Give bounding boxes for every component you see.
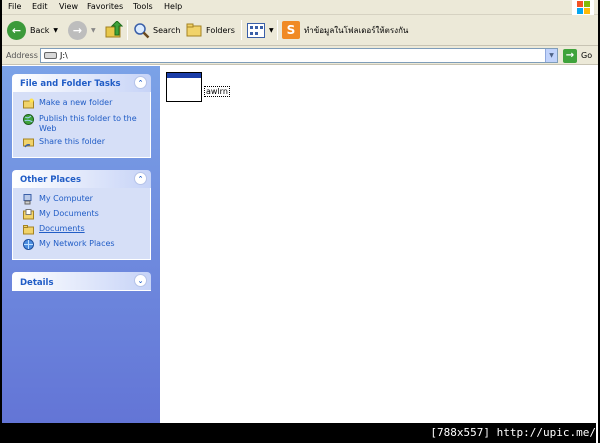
file-folder-tasks-header[interactable]: File and Folder Tasks ⌃ <box>12 74 151 92</box>
application-window-icon <box>166 72 202 102</box>
windows-logo-icon <box>572 0 594 15</box>
network-icon <box>23 239 34 250</box>
menu-help[interactable]: Help <box>164 2 182 11</box>
up-folder-button[interactable] <box>105 19 123 41</box>
address-label: Address <box>6 51 38 60</box>
new-folder-icon <box>23 98 34 109</box>
task-publish-folder[interactable]: Publish this folder to the Web <box>13 114 150 134</box>
my-documents-icon <box>23 209 34 220</box>
chevron-down-icon: ▼ <box>53 26 59 34</box>
place-my-documents[interactable]: My Documents <box>13 209 150 224</box>
place-documents[interactable]: Documents <box>13 224 150 239</box>
panel-title: Details <box>20 278 54 288</box>
views-button[interactable]: ▼ <box>247 19 274 41</box>
address-dropdown-button[interactable]: ▼ <box>545 49 557 62</box>
file-list-pane: awlrn <box>160 66 598 423</box>
folders-button[interactable]: Folders <box>186 19 235 41</box>
other-places-panel: Other Places ⌃ My Computer My Documents … <box>12 170 151 260</box>
menu-view[interactable]: View <box>59 2 78 11</box>
back-arrow-icon: ← <box>7 20 26 40</box>
forward-arrow-icon: → <box>68 20 87 40</box>
sync-label: ทำข้อมูลในโฟลเดอร์ให้ตรงกัน <box>304 25 409 35</box>
chevron-down-icon: ▼ <box>269 26 274 34</box>
globe-icon <box>23 114 34 125</box>
address-bar: Address J:\ ▼ → Go <box>2 46 598 65</box>
watermark-text: [788x557] http://upic.me/ <box>430 426 596 439</box>
task-pane: File and Folder Tasks ⌃ Make a new folde… <box>2 66 160 423</box>
place-my-network-places[interactable]: My Network Places <box>13 239 150 254</box>
other-places-header[interactable]: Other Places ⌃ <box>12 170 151 188</box>
go-arrow-icon: → <box>563 48 577 63</box>
panel-title: Other Places <box>20 175 81 185</box>
views-icon <box>247 22 265 38</box>
search-label: Search <box>153 25 181 35</box>
sync-app-icon: S <box>282 21 300 39</box>
folders-icon <box>186 23 202 37</box>
panel-body: My Computer My Documents Documents My Ne… <box>12 188 151 260</box>
expand-chevron-icon[interactable]: ⌄ <box>134 274 147 287</box>
menu-edit[interactable]: Edit <box>32 2 48 11</box>
go-label: Go <box>581 51 593 60</box>
go-button[interactable]: → Go <box>563 48 592 63</box>
share-folder-icon <box>23 138 34 148</box>
address-value: J:\ <box>60 51 68 60</box>
forward-button[interactable]: → ▼ <box>68 19 96 41</box>
file-folder-tasks-panel: File and Folder Tasks ⌃ Make a new folde… <box>12 74 151 158</box>
search-icon <box>134 22 150 38</box>
panel-title: File and Folder Tasks <box>20 79 121 89</box>
file-item[interactable]: awlrn <box>166 72 230 102</box>
menu-tools[interactable]: Tools <box>133 2 153 11</box>
search-button[interactable]: Search <box>133 19 180 41</box>
folder-icon <box>23 225 34 235</box>
folder-up-icon <box>105 21 123 38</box>
place-my-computer[interactable]: My Computer <box>13 194 150 209</box>
chevron-down-icon: ▼ <box>91 26 96 34</box>
computer-icon <box>23 194 32 205</box>
menu-file[interactable]: File <box>8 2 21 11</box>
collapse-chevron-icon[interactable]: ⌃ <box>134 172 147 185</box>
task-share-folder[interactable]: Share this folder <box>13 137 150 152</box>
back-button[interactable]: ← Back ▼ <box>7 19 58 41</box>
image-footer: [788x557] http://upic.me/ <box>0 423 596 443</box>
menu-favorites[interactable]: Favorites <box>87 2 123 11</box>
sync-folder-button[interactable]: S ทำข้อมูลในโฟลเดอร์ให้ตรงกัน <box>282 19 408 41</box>
collapse-chevron-icon[interactable]: ⌃ <box>134 76 147 89</box>
explorer-window: File Edit View Favorites Tools Help ← Ba… <box>2 0 598 443</box>
panel-body: Make a new folder Publish this folder to… <box>12 92 151 158</box>
folders-label: Folders <box>206 25 235 35</box>
back-label: Back <box>30 25 50 35</box>
toolbar: ← Back ▼ → ▼ Search Folders ▼ S ทำข้อมูล… <box>2 15 598 46</box>
details-panel: Details ⌄ <box>12 272 151 291</box>
address-input[interactable]: J:\ ▼ <box>40 48 558 63</box>
details-header[interactable]: Details ⌄ <box>12 272 151 291</box>
task-make-new-folder[interactable]: Make a new folder <box>13 98 150 113</box>
file-name-label[interactable]: awlrn <box>204 86 230 97</box>
menu-bar: File Edit View Favorites Tools Help <box>2 0 598 15</box>
drive-icon <box>44 52 57 59</box>
